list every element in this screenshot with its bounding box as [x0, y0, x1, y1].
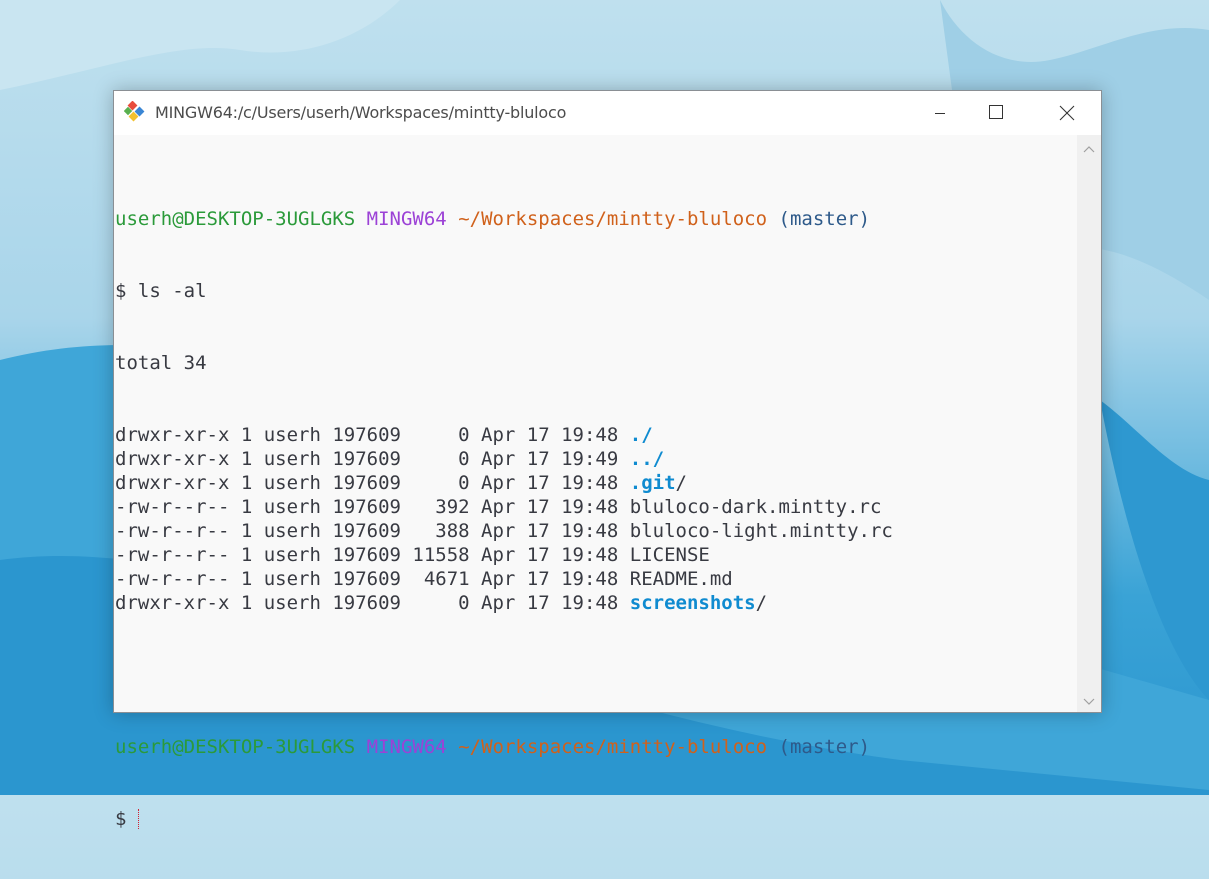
- close-icon: [1059, 105, 1075, 121]
- prompt-line: userh@DESKTOP-3UGLGKS MINGW64 ~/Workspac…: [115, 207, 893, 231]
- listing-row: drwxr-xr-x 1 userh 197609 0 Apr 17 19:48…: [115, 591, 893, 615]
- prompt-system: MINGW64: [366, 208, 447, 230]
- listing-row: drwxr-xr-x 1 userh 197609 0 Apr 17 19:48…: [115, 471, 893, 495]
- directory-suffix: /: [675, 472, 687, 494]
- listing-meta: -rw-r--r-- 1 userh 197609 11558 Apr 17 1…: [115, 544, 630, 566]
- directory-name: .git: [629, 472, 676, 494]
- maximize-icon: [989, 105, 1003, 119]
- command-line: $ ls -al: [115, 280, 207, 302]
- total-line: total 34: [115, 352, 207, 374]
- directory-name: ../: [629, 448, 665, 470]
- listing-row: -rw-r--r-- 1 userh 197609 392 Apr 17 19:…: [115, 495, 893, 519]
- listing-row: drwxr-xr-x 1 userh 197609 0 Apr 17 19:48…: [115, 423, 893, 447]
- window-title: MINGW64:/c/Users/userh/Workspaces/mintty…: [155, 103, 567, 122]
- text-cursor: [138, 809, 140, 829]
- listing-row: drwxr-xr-x 1 userh 197609 0 Apr 17 19:49…: [115, 447, 893, 471]
- listing-meta: drwxr-xr-x 1 userh 197609 0 Apr 17 19:48: [115, 592, 630, 614]
- listing-meta: drwxr-xr-x 1 userh 197609 0 Apr 17 19:48: [115, 424, 630, 446]
- chevron-up-icon[interactable]: [1077, 143, 1101, 157]
- directory-suffix: /: [755, 592, 768, 614]
- minimize-icon: [935, 113, 945, 114]
- file-name: bluloco-dark.mintty.rc: [629, 496, 882, 518]
- close-button[interactable]: [1043, 91, 1089, 135]
- listing-row: -rw-r--r-- 1 userh 197609 388 Apr 17 19:…: [115, 519, 893, 543]
- title-bar[interactable]: MINGW64:/c/Users/userh/Workspaces/mintty…: [114, 91, 1101, 135]
- maximize-button[interactable]: [972, 91, 1018, 135]
- input-line[interactable]: $: [115, 807, 893, 831]
- prompt-user-host: userh@DESKTOP-3UGLGKS: [115, 208, 356, 230]
- directory-name: screenshots: [629, 592, 756, 614]
- prompt-branch: (master): [778, 736, 871, 758]
- prompt-system: MINGW64: [366, 736, 447, 758]
- listing-meta: drwxr-xr-x 1 userh 197609 0 Apr 17 19:48: [115, 472, 630, 494]
- file-name: LICENSE: [629, 544, 710, 566]
- terminal-output-area[interactable]: userh@DESKTOP-3UGLGKS MINGW64 ~/Workspac…: [114, 135, 1077, 830]
- prompt-line: userh@DESKTOP-3UGLGKS MINGW64 ~/Workspac…: [115, 735, 893, 759]
- listing-row: -rw-r--r-- 1 userh 197609 4671 Apr 17 19…: [115, 567, 893, 591]
- git-bash-icon: [124, 101, 145, 122]
- listing-meta: drwxr-xr-x 1 userh 197609 0 Apr 17 19:49: [115, 448, 630, 470]
- vertical-scrollbar[interactable]: [1077, 135, 1101, 712]
- file-name: bluloco-light.mintty.rc: [629, 520, 893, 542]
- minimize-button[interactable]: [917, 91, 963, 135]
- terminal-window: MINGW64:/c/Users/userh/Workspaces/mintty…: [113, 90, 1102, 830]
- directory-name: ./: [629, 424, 653, 446]
- file-name: README.md: [629, 568, 733, 590]
- listing-meta: -rw-r--r-- 1 userh 197609 392 Apr 17 19:…: [115, 496, 630, 518]
- prompt-user-host: userh@DESKTOP-3UGLGKS: [115, 736, 356, 758]
- listing-meta: -rw-r--r-- 1 userh 197609 4671 Apr 17 19…: [115, 568, 630, 590]
- prompt-path: ~/Workspaces/mintty-bluloco: [458, 208, 768, 230]
- listing-meta: -rw-r--r-- 1 userh 197609 388 Apr 17 19:…: [115, 520, 630, 542]
- prompt-path: ~/Workspaces/mintty-bluloco: [458, 736, 768, 758]
- chevron-down-icon[interactable]: [1077, 695, 1101, 709]
- listing-row: -rw-r--r-- 1 userh 197609 11558 Apr 17 1…: [115, 543, 893, 567]
- prompt-branch: (master): [778, 208, 871, 230]
- input-prompt: $: [115, 808, 127, 830]
